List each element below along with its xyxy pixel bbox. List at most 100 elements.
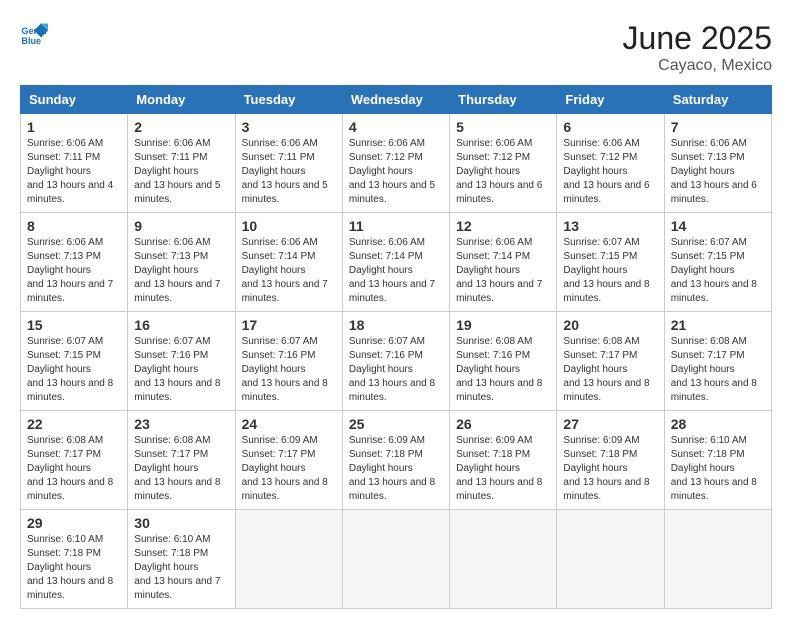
table-row: 6 Sunrise: 6:06 AM Sunset: 7:12 PM Dayli… xyxy=(557,114,664,213)
day-number: 26 xyxy=(456,416,550,432)
table-row xyxy=(450,510,557,609)
col-sunday: Sunday xyxy=(21,86,128,114)
table-row: 22 Sunrise: 6:08 AM Sunset: 7:17 PM Dayl… xyxy=(21,411,128,510)
logo-icon: General Blue xyxy=(20,20,48,48)
day-number: 18 xyxy=(349,317,443,333)
daylight-duration: and 13 hours and 7 minutes. xyxy=(349,279,435,304)
calendar-header-row: Sunday Monday Tuesday Wednesday Thursday… xyxy=(21,86,772,114)
day-number: 2 xyxy=(134,119,228,135)
table-row: 13 Sunrise: 6:07 AM Sunset: 7:15 PM Dayl… xyxy=(557,213,664,312)
day-info: Sunrise: 6:09 AM Sunset: 7:17 PM Dayligh… xyxy=(242,434,336,504)
table-row xyxy=(235,510,342,609)
daylight-label: Daylight hours xyxy=(671,364,735,375)
table-row: 1 Sunrise: 6:06 AM Sunset: 7:11 PM Dayli… xyxy=(21,114,128,213)
sunrise: Sunrise: 6:06 AM xyxy=(671,138,747,149)
daylight-duration: and 13 hours and 8 minutes. xyxy=(563,477,649,502)
sunset: Sunset: 7:17 PM xyxy=(563,350,637,361)
sunset: Sunset: 7:12 PM xyxy=(563,152,637,163)
daylight-label: Daylight hours xyxy=(563,166,627,177)
daylight-duration: and 13 hours and 7 minutes. xyxy=(134,576,220,601)
day-info: Sunrise: 6:07 AM Sunset: 7:15 PM Dayligh… xyxy=(27,335,121,405)
calendar-table: Sunday Monday Tuesday Wednesday Thursday… xyxy=(20,85,772,609)
daylight-label: Daylight hours xyxy=(27,166,91,177)
sunset: Sunset: 7:18 PM xyxy=(671,449,745,460)
sunrise: Sunrise: 6:07 AM xyxy=(134,336,210,347)
day-info: Sunrise: 6:09 AM Sunset: 7:18 PM Dayligh… xyxy=(563,434,657,504)
sunset: Sunset: 7:15 PM xyxy=(671,251,745,262)
day-info: Sunrise: 6:08 AM Sunset: 7:17 PM Dayligh… xyxy=(134,434,228,504)
day-number: 16 xyxy=(134,317,228,333)
day-number: 8 xyxy=(27,218,121,234)
table-row: 21 Sunrise: 6:08 AM Sunset: 7:17 PM Dayl… xyxy=(664,312,771,411)
sunrise: Sunrise: 6:07 AM xyxy=(563,237,639,248)
daylight-duration: and 13 hours and 8 minutes. xyxy=(671,477,757,502)
sunrise: Sunrise: 6:07 AM xyxy=(671,237,747,248)
calendar-week-row: 29 Sunrise: 6:10 AM Sunset: 7:18 PM Dayl… xyxy=(21,510,772,609)
daylight-label: Daylight hours xyxy=(242,364,306,375)
day-number: 6 xyxy=(563,119,657,135)
daylight-duration: and 13 hours and 4 minutes. xyxy=(27,180,113,205)
daylight-duration: and 13 hours and 8 minutes. xyxy=(563,378,649,403)
daylight-label: Daylight hours xyxy=(671,166,735,177)
daylight-label: Daylight hours xyxy=(563,463,627,474)
daylight-label: Daylight hours xyxy=(242,463,306,474)
day-number: 12 xyxy=(456,218,550,234)
sunrise: Sunrise: 6:07 AM xyxy=(242,336,318,347)
sunset: Sunset: 7:15 PM xyxy=(27,350,101,361)
sunrise: Sunrise: 6:09 AM xyxy=(349,435,425,446)
day-number: 19 xyxy=(456,317,550,333)
daylight-label: Daylight hours xyxy=(563,364,627,375)
daylight-duration: and 13 hours and 6 minutes. xyxy=(456,180,542,205)
sunrise: Sunrise: 6:09 AM xyxy=(563,435,639,446)
daylight-duration: and 13 hours and 5 minutes. xyxy=(242,180,328,205)
table-row: 17 Sunrise: 6:07 AM Sunset: 7:16 PM Dayl… xyxy=(235,312,342,411)
day-info: Sunrise: 6:06 AM Sunset: 7:11 PM Dayligh… xyxy=(27,137,121,207)
sunrise: Sunrise: 6:06 AM xyxy=(349,138,425,149)
day-info: Sunrise: 6:06 AM Sunset: 7:12 PM Dayligh… xyxy=(349,137,443,207)
table-row: 4 Sunrise: 6:06 AM Sunset: 7:12 PM Dayli… xyxy=(342,114,449,213)
daylight-duration: and 13 hours and 8 minutes. xyxy=(27,576,113,601)
day-number: 29 xyxy=(27,515,121,531)
col-tuesday: Tuesday xyxy=(235,86,342,114)
day-number: 22 xyxy=(27,416,121,432)
day-number: 23 xyxy=(134,416,228,432)
sunrise: Sunrise: 6:06 AM xyxy=(27,237,103,248)
sunset: Sunset: 7:18 PM xyxy=(134,548,208,559)
col-friday: Friday xyxy=(557,86,664,114)
sunrise: Sunrise: 6:06 AM xyxy=(242,237,318,248)
sunrise: Sunrise: 6:08 AM xyxy=(456,336,532,347)
day-number: 9 xyxy=(134,218,228,234)
day-info: Sunrise: 6:06 AM Sunset: 7:11 PM Dayligh… xyxy=(242,137,336,207)
daylight-duration: and 13 hours and 8 minutes. xyxy=(27,378,113,403)
sunrise: Sunrise: 6:08 AM xyxy=(563,336,639,347)
sunset: Sunset: 7:18 PM xyxy=(27,548,101,559)
day-info: Sunrise: 6:06 AM Sunset: 7:12 PM Dayligh… xyxy=(563,137,657,207)
table-row: 14 Sunrise: 6:07 AM Sunset: 7:15 PM Dayl… xyxy=(664,213,771,312)
day-number: 17 xyxy=(242,317,336,333)
sunrise: Sunrise: 6:06 AM xyxy=(242,138,318,149)
day-info: Sunrise: 6:08 AM Sunset: 7:17 PM Dayligh… xyxy=(671,335,765,405)
daylight-duration: and 13 hours and 8 minutes. xyxy=(456,378,542,403)
daylight-duration: and 13 hours and 8 minutes. xyxy=(456,477,542,502)
daylight-label: Daylight hours xyxy=(349,364,413,375)
sunrise: Sunrise: 6:08 AM xyxy=(671,336,747,347)
sunrise: Sunrise: 6:07 AM xyxy=(349,336,425,347)
col-wednesday: Wednesday xyxy=(342,86,449,114)
col-thursday: Thursday xyxy=(450,86,557,114)
daylight-label: Daylight hours xyxy=(134,265,198,276)
title-area: June 2025 Cayaco, Mexico xyxy=(623,20,772,75)
sunset: Sunset: 7:14 PM xyxy=(456,251,530,262)
table-row: 8 Sunrise: 6:06 AM Sunset: 7:13 PM Dayli… xyxy=(21,213,128,312)
table-row: 30 Sunrise: 6:10 AM Sunset: 7:18 PM Dayl… xyxy=(128,510,235,609)
daylight-label: Daylight hours xyxy=(349,463,413,474)
day-info: Sunrise: 6:07 AM Sunset: 7:16 PM Dayligh… xyxy=(349,335,443,405)
table-row: 12 Sunrise: 6:06 AM Sunset: 7:14 PM Dayl… xyxy=(450,213,557,312)
sunrise: Sunrise: 6:06 AM xyxy=(134,138,210,149)
daylight-label: Daylight hours xyxy=(671,265,735,276)
daylight-label: Daylight hours xyxy=(27,562,91,573)
daylight-duration: and 13 hours and 8 minutes. xyxy=(349,378,435,403)
day-info: Sunrise: 6:07 AM Sunset: 7:16 PM Dayligh… xyxy=(134,335,228,405)
table-row xyxy=(664,510,771,609)
day-info: Sunrise: 6:08 AM Sunset: 7:17 PM Dayligh… xyxy=(563,335,657,405)
daylight-label: Daylight hours xyxy=(27,265,91,276)
